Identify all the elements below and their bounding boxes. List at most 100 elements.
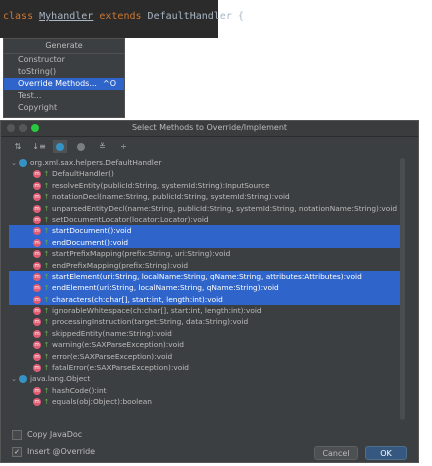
copy-javadoc-label: Copy JavaDoc [27,430,83,439]
tree-method-row[interactable]: m ↑ endElement(uri:String, localName:Strin… [9,282,405,294]
method-icon: m [33,238,41,247]
insert-override-checkbox[interactable]: ✓ Insert @Override [12,446,95,458]
copy-javadoc-checkbox[interactable]: Copy JavaDoc [12,429,82,441]
shortcut-label: ^O [103,79,116,88]
method-label: characters(ch:char[], start:int, length:… [52,294,223,304]
class-label: org.xml.sax.helpers.DefaultHandler [30,158,162,167]
method-label: DefaultHandler() [52,169,114,179]
override-arrow-icon: ↑ [43,398,50,407]
class-icon [19,375,27,384]
method-icon: m [33,215,41,224]
generate-popup: Generate Constructor toString() Override… [3,38,125,118]
method-icon: m [33,261,41,270]
method-icon: m [33,364,41,373]
tree-method-row[interactable]: m ↑ startPrefixMapping(prefix:String, uri:… [9,248,405,259]
method-label: endPrefixMapping(prefix:String):void [52,260,189,270]
generate-item-tostring[interactable]: toString() [4,66,124,78]
class-name: Myhandler [39,11,94,22]
method-label: skippedEntity(name:String):void [52,328,172,338]
method-label: startDocument():void [52,226,132,236]
method-icon: m [33,341,41,350]
keyword-extends: extends [99,11,142,22]
checkbox-box[interactable] [12,429,22,440]
members-circle-icon [77,142,86,151]
sort-visibility-icon[interactable]: ↓≡ [32,140,46,153]
method-icon: m [33,204,41,213]
code-line: class Myhandler extends DefaultHandler { [3,11,244,22]
method-label: resolveEntity(publicId:String, systemId:… [52,180,270,190]
tree-method-row[interactable]: m ↑ DefaultHandler() [9,168,405,179]
checkbox-box[interactable]: ✓ [12,446,22,457]
method-label: notationDecl(name:String, publicId:Strin… [52,192,290,202]
generate-item-override-methods[interactable]: Override Methods... ^O [4,78,124,90]
generate-item-copyright[interactable]: Copyright [4,102,124,114]
tree-method-row[interactable]: m ↑ notationDecl(name:String, publicId:Str… [9,191,405,202]
method-label: setDocumentLocator(locator:Locator):void [52,214,209,224]
tree-method-row[interactable]: m ↑ skippedEntity(name:String):void [9,328,405,339]
tree-method-row[interactable]: m ↑ hashCode():int [9,385,405,396]
class-icon [19,159,27,167]
method-label: endElement(uri:String, localName:String,… [52,283,279,293]
tree-method-row[interactable]: m ↑ equals(obj:Object):boolean [9,396,405,407]
insert-override-label: Insert @Override [27,447,96,456]
dialog-titlebar[interactable]: Select Methods to Override/Implement [1,121,418,137]
tree-class-node[interactable]: ⌄ org.xml.sax.helpers.DefaultHandler [9,157,405,168]
method-label: warning(e:SAXParseException):void [52,340,184,350]
tree-method-row[interactable]: m ↑ fatalError(e:SAXParseException):void [9,362,405,373]
method-label: error(e:SAXParseException):void [52,351,173,361]
dialog-toolbar: ⇅ ↓≡ ≚ ÷ [11,140,132,154]
tree-method-row[interactable]: m ↑ characters(ch:char[], start:int, lengt… [9,293,405,306]
tree-method-row[interactable]: m ↑ setDocumentLocator(locator:Locator):vo… [9,214,405,225]
tree-method-row[interactable]: m ↑ processingInstruction(target:String, d… [9,316,405,327]
method-icon: m [33,272,41,281]
generate-item-label: Override Methods... [18,79,97,88]
class-circle-icon [56,142,65,151]
method-label: startElement(uri:String, localName:Strin… [52,271,362,281]
generate-item-label: toString() [18,67,57,76]
tree-method-row[interactable]: m ↑ unparsedEntityDecl(name:String, public… [9,203,405,214]
tree-method-row[interactable]: m ↑ endPrefixMapping(prefix:String):void [9,260,405,271]
expand-all-icon[interactable]: ≚ [95,140,109,153]
ok-button[interactable]: OK [365,446,407,460]
tree-method-row[interactable]: m ↑ error(e:SAXParseException):void [9,351,405,362]
method-icon: m [33,181,41,190]
generate-item-test[interactable]: Test... [4,90,124,102]
method-label: hashCode():int [52,385,107,395]
cancel-button[interactable]: Cancel [314,446,358,460]
generate-title: Generate [4,39,124,54]
method-label: startPrefixMapping(prefix:String, uri:St… [52,249,231,259]
show-classes-icon[interactable] [53,140,68,153]
method-label: endDocument():void [52,237,129,247]
method-icon: m [33,227,41,236]
method-label: equals(obj:Object):boolean [52,397,152,407]
tree-class-node[interactable]: ⌄ java.lang.Object [9,373,405,384]
method-icon: m [33,284,41,293]
method-icon: m [33,307,41,316]
tree-method-row[interactable]: m ↑ endDocument():void [9,236,405,249]
methods-tree[interactable]: ⌄ org.xml.sax.helpers.DefaultHandler m ↑ Def… [9,157,405,427]
collapse-all-icon[interactable]: ÷ [116,140,130,153]
tree-method-row[interactable]: m ↑ resolveEntity(publicId:String, systemI… [9,180,405,191]
method-label: ignorableWhitespace(ch:char[], start:int… [52,306,262,316]
tree-method-row[interactable]: m ↑ startElement(uri:String, localName:Str… [9,270,405,283]
tree-method-row[interactable]: m ↑ warning(e:SAXParseException):void [9,339,405,350]
circle-icon[interactable] [74,140,88,153]
method-icon: m [33,398,41,407]
tree-scrollbar[interactable] [400,158,405,420]
code-editor[interactable]: class Myhandler extends DefaultHandler { [0,0,244,38]
generate-item-label: Test... [18,91,42,100]
method-label: unparsedEntityDecl(name:String, publicId… [52,203,398,213]
sort-alpha-icon[interactable]: ⇅ [11,140,25,153]
method-label: fatalError(e:SAXParseException):void [52,363,189,373]
method-icon: m [33,329,41,338]
generate-item-constructor[interactable]: Constructor [4,54,124,66]
method-icon: m [33,250,41,259]
dialog-title: Select Methods to Override/Implement [131,123,288,132]
generate-item-label: Copyright [18,103,58,112]
tree-method-row[interactable]: m ↑ startDocument():void [9,225,405,237]
class-label: java.lang.Object [30,374,91,384]
method-icon: m [33,193,41,202]
method-label: processingInstruction(target:String, dat… [52,317,249,327]
tree-method-row[interactable]: m ↑ ignorableWhitespace(ch:char[], start:i… [9,305,405,316]
keyword-class: class [3,11,34,22]
